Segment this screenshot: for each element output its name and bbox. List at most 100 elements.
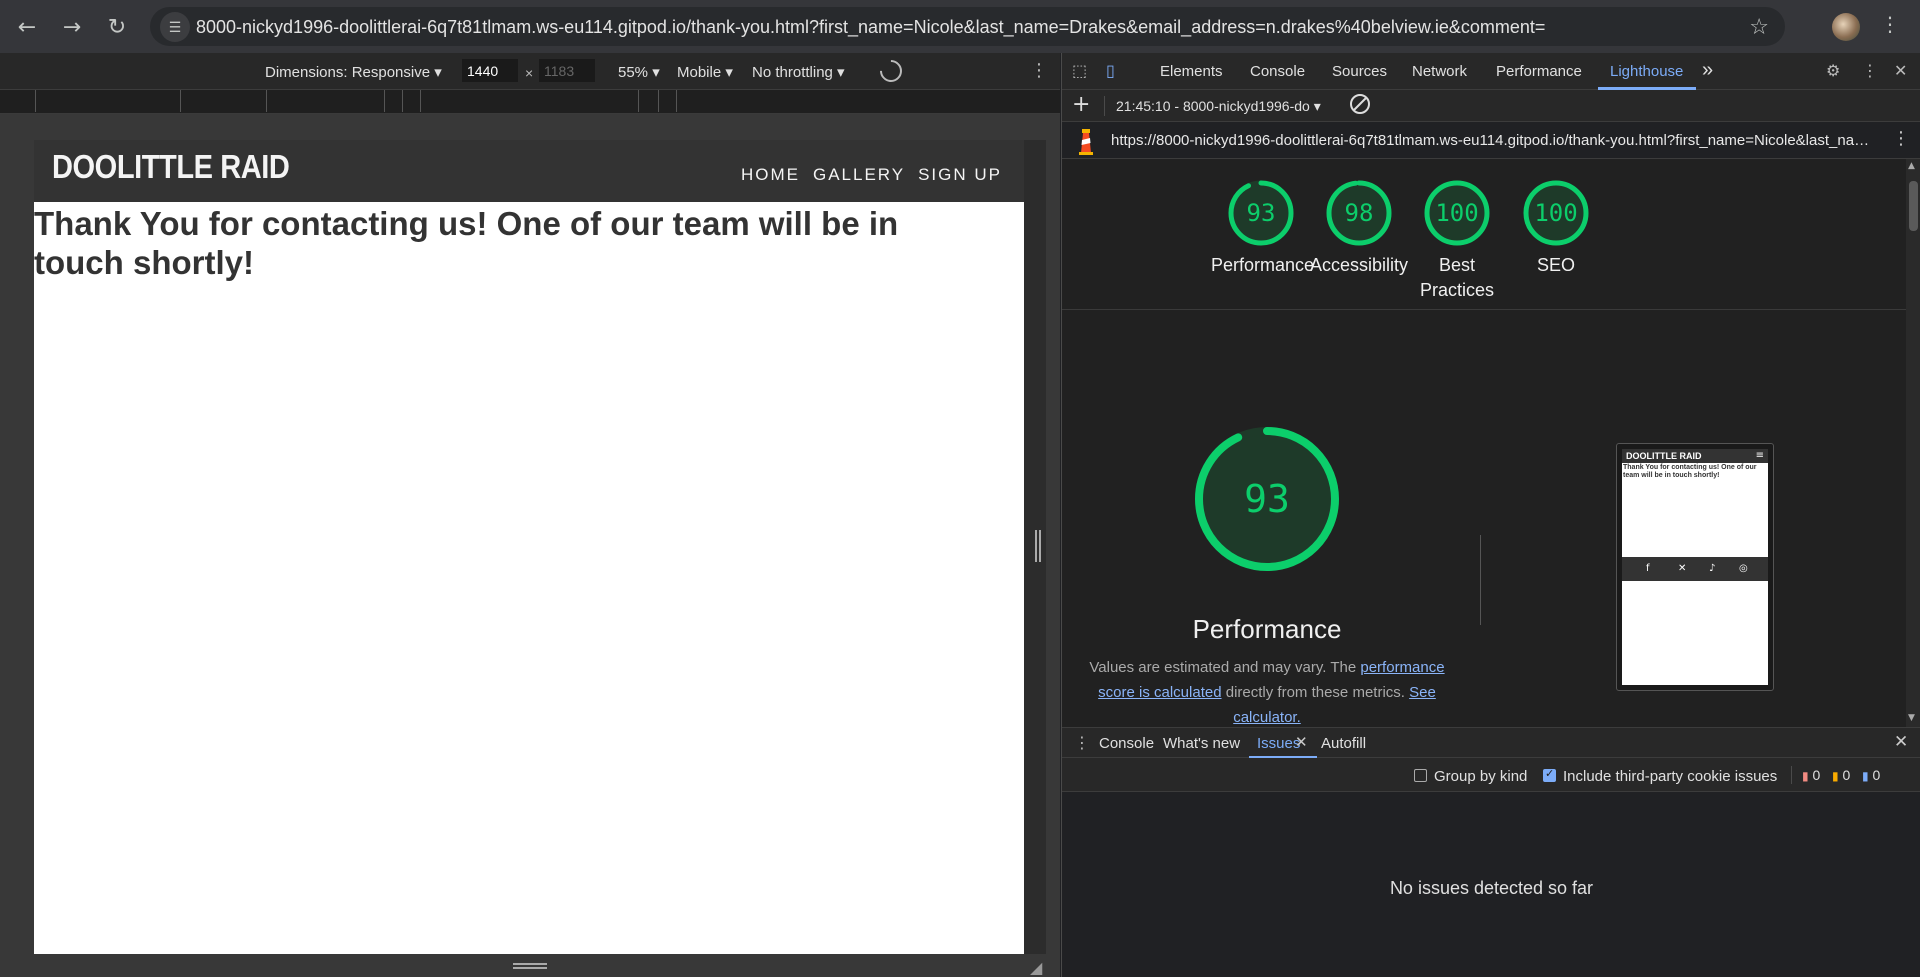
back-icon[interactable]: ← [12, 12, 42, 42]
profile-avatar[interactable] [1832, 13, 1860, 41]
info-count[interactable]: ▮ 0 [1862, 767, 1880, 783]
site-header: DOOLITTLE RAID HOME GALLERY SIGN UP [34, 140, 1024, 202]
clear-reports-icon[interactable] [1350, 94, 1370, 114]
reload-icon[interactable]: ↻ [102, 12, 132, 42]
browser-menu-icon[interactable]: ⋮ [1880, 12, 1900, 36]
site-info-icon[interactable]: ☰ [160, 12, 190, 42]
svg-text:98: 98 [1345, 199, 1374, 227]
forward-icon[interactable]: → [57, 12, 87, 42]
gauge-ring: 93 [1228, 180, 1294, 246]
zoom-dropdown[interactable]: 55% ▾ [618, 63, 660, 81]
drawer-tab-issues[interactable]: Issues [1257, 735, 1300, 752]
close-devtools-icon[interactable]: ✕ [1894, 61, 1914, 81]
lighthouse-url-bar: https://8000-nickyd1996-doolittlerai-6q7… [1062, 122, 1920, 159]
drawer-menu-icon[interactable]: ⋮ [1074, 733, 1090, 752]
address-bar[interactable]: ☰ 8000-nickyd1996-doolittlerai-6q7t81tlm… [150, 7, 1785, 46]
site-nav: HOME GALLERY SIGN UP [741, 165, 1002, 185]
no-issues-message: No issues detected so far [1389, 878, 1594, 898]
bookmark-star-icon[interactable]: ☆ [1749, 15, 1769, 40]
gauge-best-practices[interactable]: 100 Best Practices [1407, 179, 1507, 303]
error-count-value: 0 [1812, 767, 1821, 783]
tiktok-icon: ♪ [1709, 563, 1716, 574]
resize-corner-icon[interactable]: ◢ [1030, 958, 1042, 977]
warning-count[interactable]: ▮ 0 [1832, 767, 1850, 783]
gauge-accessibility[interactable]: 98 Accessibility [1309, 179, 1409, 278]
times-sign: × [525, 65, 534, 81]
group-by-kind-label: Group by kind [1434, 768, 1528, 785]
device-toggle-icon[interactable]: ▯ [1106, 61, 1126, 81]
final-screenshot-thumbnail[interactable]: DOOLITTLE RAID ≡ Thank You for contactin… [1616, 443, 1774, 691]
site-logo[interactable]: DOOLITTLE RAID [52, 148, 290, 186]
gauge-ring: 93 [1195, 427, 1339, 571]
thank-you-message: Thank You for contacting us! One of our … [34, 205, 899, 281]
tab-lighthouse[interactable]: Lighthouse [1610, 63, 1683, 80]
nav-home[interactable]: HOME [741, 165, 800, 185]
drawer-tabbar: ⋮ Console What's new Issues ✕ Autofill ✕ [1062, 727, 1920, 758]
settings-gear-icon[interactable]: ⚙ [1826, 61, 1846, 81]
more-tabs-icon[interactable]: » [1702, 59, 1713, 82]
info-icon: ▮ [1862, 769, 1869, 783]
performance-title: Performance [1192, 614, 1342, 644]
report-selector[interactable]: 21:45:10 - 8000-nickyd1996-do ▾ [1116, 98, 1336, 115]
note-text: Values are estimated and may vary. The [1089, 659, 1357, 676]
nav-gallery[interactable]: GALLERY [813, 165, 905, 185]
browser-toolbar: ← → ↻ ☰ 8000-nickyd1996-doolittlerai-6q7… [0, 0, 1920, 53]
report-menu-icon[interactable]: ⋮ [1892, 128, 1910, 149]
big-score: 93 [1244, 477, 1290, 521]
gauge-performance[interactable]: 93 Performance [1211, 179, 1314, 278]
resize-handle-right[interactable] [1035, 530, 1041, 562]
gauge-seo[interactable]: 100 SEO [1506, 179, 1606, 278]
performance-big-gauge: 93 [1192, 424, 1342, 579]
device-toolbar-more-icon[interactable]: ⋮ [1030, 60, 1048, 81]
nav-sign-up[interactable]: SIGN UP [918, 165, 1002, 185]
drawer-tab-autofill[interactable]: Autofill [1321, 735, 1366, 752]
scroll-thumb[interactable] [1909, 181, 1918, 231]
close-drawer-icon[interactable]: ✕ [1894, 732, 1908, 752]
rotate-icon[interactable] [875, 55, 907, 87]
scroll-down-icon[interactable]: ▼ [1908, 713, 1915, 723]
device-toolbar: Dimensions: Responsive ▾ × 55% ▾ Mobile … [0, 53, 1060, 90]
audited-url[interactable]: https://8000-nickyd1996-doolittlerai-6q7… [1111, 132, 1871, 149]
width-input[interactable] [462, 59, 518, 82]
group-by-kind-checkbox[interactable] [1414, 769, 1427, 782]
svg-text:93: 93 [1247, 199, 1276, 227]
resize-handle-bottom[interactable] [513, 963, 547, 969]
thumbnail-page: DOOLITTLE RAID ≡ Thank You for contactin… [1622, 449, 1768, 685]
tab-elements[interactable]: Elements [1160, 63, 1223, 80]
tab-sources[interactable]: Sources [1332, 63, 1387, 80]
dimensions-dropdown[interactable]: Dimensions: Responsive ▾ [265, 63, 442, 81]
scroll-up-icon[interactable]: ▲ [1908, 161, 1915, 171]
warning-icon: ▮ [1832, 769, 1839, 783]
gauge-label: SEO [1536, 255, 1575, 275]
third-party-label: Include third-party cookie issues [1563, 768, 1778, 785]
third-party-checkbox[interactable] [1543, 767, 1556, 782]
devtools-tabbar: ⬚ ▯ Elements Console Sources Network Per… [1062, 53, 1920, 90]
devtools-menu-icon[interactable]: ⋮ [1862, 61, 1882, 81]
divider [1062, 309, 1906, 310]
device-type-dropdown[interactable]: Mobile ▾ [677, 63, 733, 81]
height-input[interactable] [539, 59, 595, 82]
drawer-tab-console[interactable]: Console [1099, 735, 1154, 752]
device-type-label: Mobile [677, 64, 722, 81]
report-scrollbar[interactable]: ▲ ▼ [1906, 159, 1920, 727]
throttling-dropdown[interactable]: No throttling ▾ [752, 63, 845, 81]
error-count[interactable]: ▮ 0 [1802, 767, 1820, 783]
zoom-label: 55% [618, 64, 649, 81]
tab-console[interactable]: Console [1250, 63, 1305, 80]
drawer-tab-whats-new[interactable]: What's new [1163, 735, 1240, 752]
note-text: directly from these metrics. [1225, 684, 1405, 701]
divider [1480, 535, 1481, 625]
inspect-element-icon[interactable]: ⬚ [1072, 61, 1092, 81]
tab-performance[interactable]: Performance [1496, 63, 1582, 80]
close-issues-tab-icon[interactable]: ✕ [1295, 733, 1308, 751]
gauge-ring: 100 [1424, 180, 1490, 246]
tab-network[interactable]: Network [1412, 63, 1467, 80]
new-report-icon[interactable]: + [1072, 92, 1090, 117]
gauge-ring: 98 [1326, 180, 1392, 246]
address-url[interactable]: 8000-nickyd1996-doolittlerai-6q7t81tlmam… [196, 17, 1545, 38]
emulated-page: DOOLITTLE RAID HOME GALLERY SIGN UP Than… [34, 140, 1024, 954]
lighthouse-logo-icon [1079, 129, 1093, 155]
issues-body: No issues detected so far [1062, 792, 1920, 977]
media-query-bar[interactable] [0, 90, 1060, 114]
throttling-label: No throttling [752, 64, 833, 81]
